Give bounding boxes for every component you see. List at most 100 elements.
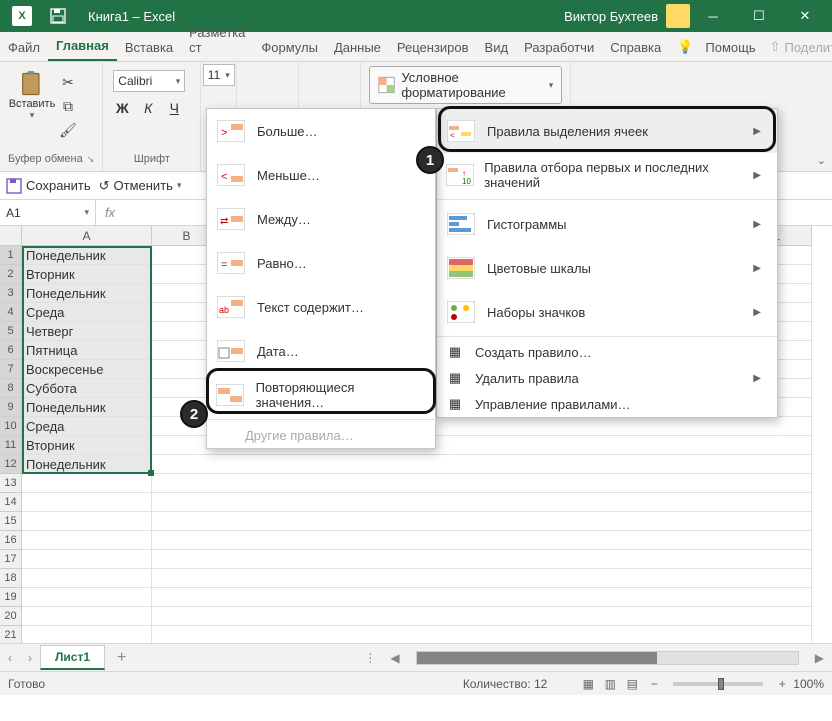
bold-button[interactable]: Ж — [113, 100, 131, 116]
menu-highlight-cells-rules[interactable]: < Правила выделения ячеек ▶ — [437, 109, 777, 153]
zoom-out-icon[interactable]: − — [643, 677, 665, 691]
cell[interactable] — [152, 569, 812, 588]
row-header[interactable]: 21 — [0, 626, 22, 643]
cell[interactable] — [152, 455, 812, 474]
close-button[interactable]: ✕ — [782, 0, 828, 32]
save-button[interactable]: Сохранить — [6, 178, 91, 194]
cell[interactable] — [22, 531, 152, 550]
underline-button[interactable]: Ч — [165, 100, 183, 116]
cell[interactable]: Вторник — [22, 265, 152, 284]
fx-icon[interactable]: fx — [96, 205, 124, 220]
cell[interactable] — [152, 626, 812, 643]
menu-manage-rules[interactable]: ▦ Управление правилами… — [437, 391, 777, 417]
collapse-ribbon-icon[interactable]: ⌄ — [817, 154, 826, 167]
tab-formulas[interactable]: Формулы — [253, 34, 326, 61]
row-header[interactable]: 16 — [0, 531, 22, 550]
undo-button[interactable]: ↺ Отменить ▾ — [99, 178, 182, 194]
cell[interactable]: Воскресенье — [22, 360, 152, 379]
menu-equal-to[interactable]: = Равно… — [207, 241, 435, 285]
maximize-button[interactable]: ☐ — [736, 0, 782, 32]
share-button[interactable]: ⇧ Поделиться — [760, 33, 832, 61]
cell[interactable] — [22, 607, 152, 626]
tab-review[interactable]: Рецензиров — [389, 34, 477, 61]
help-bulb-icon[interactable]: 💡 — [669, 33, 701, 61]
zoom-in-icon[interactable]: + — [771, 677, 793, 691]
hscrollbar[interactable] — [408, 651, 807, 665]
row-header[interactable]: 10 — [0, 417, 22, 436]
menu-top-bottom-rules[interactable]: ↑10 Правила отбора первых и последних зн… — [437, 153, 777, 197]
row-header[interactable]: 9 — [0, 398, 22, 417]
user-account[interactable]: Виктор Бухтеев — [564, 4, 690, 28]
font-name-combo[interactable]: Calibri▾ — [113, 70, 185, 92]
row-header[interactable]: 18 — [0, 569, 22, 588]
view-normal-icon[interactable]: ▦ — [577, 677, 599, 691]
cell[interactable] — [22, 550, 152, 569]
tab-home[interactable]: Главная — [48, 32, 117, 61]
cell[interactable]: Среда — [22, 417, 152, 436]
cell[interactable] — [22, 474, 152, 493]
cell[interactable] — [152, 474, 812, 493]
cell[interactable] — [152, 493, 812, 512]
menu-icon-sets[interactable]: Наборы значков ▶ — [437, 290, 777, 334]
cell[interactable] — [22, 626, 152, 643]
copy-icon[interactable]: ⧉ — [56, 96, 80, 116]
sheet-prev-icon[interactable]: ‹ — [0, 651, 20, 665]
cell[interactable]: Понедельник — [22, 398, 152, 417]
cell[interactable] — [152, 588, 812, 607]
tab-data[interactable]: Данные — [326, 34, 389, 61]
cell[interactable] — [152, 550, 812, 569]
cell[interactable] — [152, 531, 812, 550]
tab-help[interactable]: Справка — [602, 34, 669, 61]
cell[interactable] — [22, 569, 152, 588]
view-pagebreak-icon[interactable]: ▤ — [621, 677, 643, 691]
menu-more-rules[interactable]: Другие правила… — [207, 422, 435, 448]
menu-greater-than[interactable]: > Больше… — [207, 109, 435, 153]
menu-less-than[interactable]: < Меньше… — [207, 153, 435, 197]
zoom-slider[interactable] — [673, 682, 763, 686]
row-header[interactable]: 17 — [0, 550, 22, 569]
row-header[interactable]: 2 — [0, 265, 22, 284]
cell[interactable] — [22, 493, 152, 512]
add-sheet-button[interactable]: + — [105, 649, 138, 667]
tab-developer[interactable]: Разработчи — [516, 34, 602, 61]
menu-new-rule[interactable]: ▦ Создать правило… — [437, 339, 777, 365]
row-header[interactable]: 11 — [0, 436, 22, 455]
row-header[interactable]: 4 — [0, 303, 22, 322]
cell[interactable] — [22, 588, 152, 607]
cell[interactable]: Вторник — [22, 436, 152, 455]
column-header[interactable]: A — [22, 226, 152, 246]
menu-text-contains[interactable]: ab Текст содержит… — [207, 285, 435, 329]
tab-pagelayout[interactable]: Разметка ст — [181, 19, 253, 61]
cut-icon[interactable]: ✂ — [56, 72, 80, 92]
cell[interactable]: Понедельник — [22, 455, 152, 474]
cell[interactable]: Пятница — [22, 341, 152, 360]
menu-color-scales[interactable]: Цветовые шкалы ▶ — [437, 246, 777, 290]
cell[interactable]: Понедельник — [22, 284, 152, 303]
tab-view[interactable]: Вид — [477, 34, 517, 61]
row-header[interactable]: 3 — [0, 284, 22, 303]
row-header[interactable]: 1 — [0, 246, 22, 265]
menu-clear-rules[interactable]: ▦ Удалить правила ▶ — [437, 365, 777, 391]
sheet-tab-1[interactable]: Лист1 — [40, 645, 105, 670]
conditional-formatting-button[interactable]: Условное форматирование ▾ — [369, 66, 562, 104]
cell[interactable]: Среда — [22, 303, 152, 322]
row-header[interactable]: 8 — [0, 379, 22, 398]
hscroll-right-icon[interactable]: ▶ — [807, 651, 832, 665]
row-header[interactable]: 19 — [0, 588, 22, 607]
hscroll-left-icon[interactable]: ◀ — [382, 651, 407, 665]
split-icon[interactable]: ⋮ — [358, 651, 382, 665]
clipboard-launcher[interactable]: ↘ — [87, 154, 95, 165]
view-pagelayout-icon[interactable]: ▥ — [599, 677, 621, 691]
paste-button[interactable]: Вставить ▾ — [8, 66, 56, 140]
cell[interactable] — [22, 512, 152, 531]
row-header[interactable]: 13 — [0, 474, 22, 493]
tab-file[interactable]: Файл — [0, 34, 48, 61]
name-box[interactable]: A1▾ — [0, 200, 96, 225]
cell[interactable] — [152, 512, 812, 531]
menu-date-occurring[interactable]: Дата… — [207, 329, 435, 373]
cell[interactable]: Суббота — [22, 379, 152, 398]
row-header[interactable]: 14 — [0, 493, 22, 512]
qat-save-icon[interactable] — [48, 6, 68, 26]
sheet-next-icon[interactable]: › — [20, 651, 40, 665]
row-header[interactable]: 15 — [0, 512, 22, 531]
